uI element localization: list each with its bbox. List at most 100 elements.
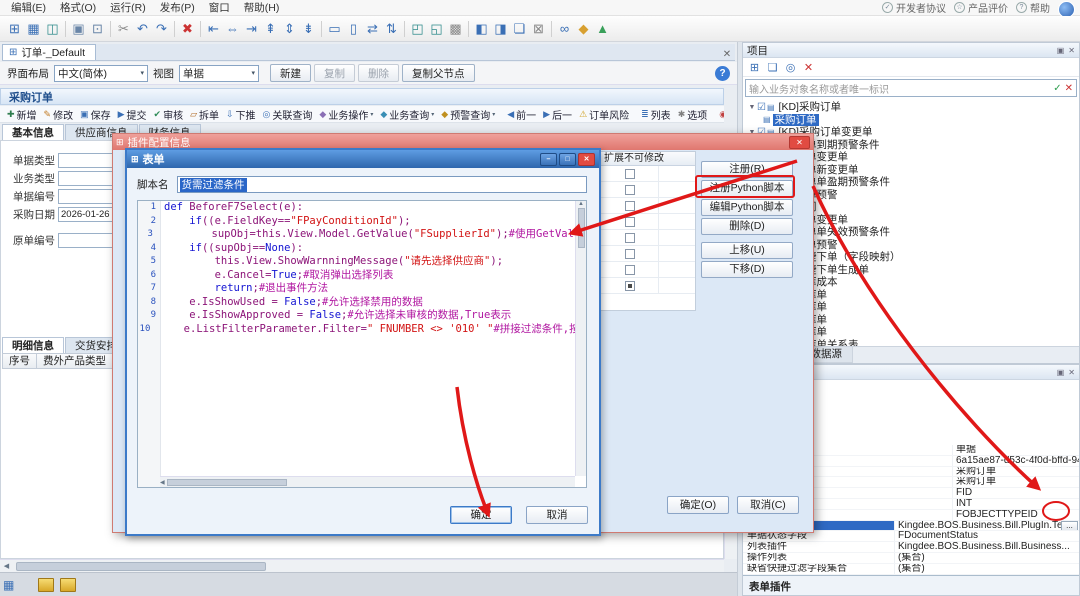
redo-icon[interactable]: ↷: [152, 19, 171, 38]
print-icon[interactable]: ⊡: [88, 19, 107, 38]
designer-tab[interactable]: ⊞ 订单-_Default: [2, 44, 96, 60]
form-button[interactable]: ◎ 关联查询: [260, 107, 316, 122]
scroll-left-icon[interactable]: ◀: [160, 479, 165, 486]
form-button[interactable]: ◉退出: [716, 107, 724, 122]
horizontal-scrollbar[interactable]: ◀: [0, 559, 724, 572]
link-icon[interactable]: ∞: [555, 19, 574, 38]
checkbox[interactable]: [624, 216, 635, 227]
checkbox[interactable]: [624, 248, 635, 259]
publish-icon[interactable]: ▲: [593, 19, 612, 38]
expand-icon[interactable]: ▼: [747, 104, 757, 111]
align-right-icon[interactable]: ⇥: [242, 19, 261, 38]
form-button[interactable]: ⇩ 下推: [223, 107, 259, 122]
view-select[interactable]: 单据 ▾: [179, 64, 259, 82]
new-form-icon[interactable]: ⊞: [5, 19, 24, 38]
grid-column-header[interactable]: 序号: [2, 353, 37, 369]
field-input[interactable]: [58, 153, 116, 168]
close-window-icon[interactable]: ⊠: [529, 19, 548, 38]
tab-基本信息[interactable]: 基本信息: [2, 124, 64, 140]
package-icon[interactable]: ◆: [574, 19, 593, 38]
menu-item[interactable]: 帮助(H): [237, 0, 287, 15]
form-layout-icon[interactable]: ◫: [43, 19, 62, 38]
form-dialog-titlebar[interactable]: ⊞ 表单 – □ ✕: [127, 150, 599, 168]
checkbox-checked[interactable]: [624, 280, 635, 291]
form-button[interactable]: ◆ 业务操作 ▾: [316, 107, 376, 122]
form-button[interactable]: ◆ 预警查询 ▾: [438, 107, 498, 122]
grid-column-header[interactable]: 费外产品类型: [37, 353, 113, 369]
search-confirm-icon[interactable]: ✓: [1053, 83, 1061, 94]
copy-object-icon[interactable]: ❏: [765, 61, 780, 74]
save-icon[interactable]: ▣: [69, 19, 88, 38]
menubar-product-review[interactable]: ☆ 产品评价: [954, 0, 1008, 15]
form-button[interactable]: ▶ 提交: [115, 107, 150, 122]
checkbox-checked-icon[interactable]: ☑: [757, 102, 766, 113]
scroll-up-icon[interactable]: ▲: [578, 201, 584, 207]
form-button[interactable]: ✚ 新增: [4, 107, 40, 122]
align-top-icon[interactable]: ⇞: [261, 19, 280, 38]
new-object-icon[interactable]: ⊞: [747, 61, 762, 74]
tree-item[interactable]: ▤ 采购订单: [743, 113, 1079, 127]
menu-item[interactable]: 窗口: [202, 0, 237, 15]
search-clear-icon[interactable]: ✕: [1065, 83, 1073, 94]
property-row[interactable]: 操作列表 (集合): [743, 552, 1079, 564]
form-button[interactable]: ▣ 保存: [77, 107, 114, 122]
cascade-windows-icon[interactable]: ❏: [510, 19, 529, 38]
field-input[interactable]: [58, 171, 116, 186]
ok-button[interactable]: 确定: [450, 506, 512, 524]
button-编辑Python脚本[interactable]: 编辑Python脚本: [701, 199, 793, 216]
form-button[interactable]: ▱ 拆单: [187, 107, 222, 122]
menu-item[interactable]: 格式(O): [53, 0, 103, 15]
field-input[interactable]: [58, 189, 116, 204]
align-bottom-icon[interactable]: ⇟: [299, 19, 318, 38]
form-button[interactable]: ✔ 审核: [151, 107, 187, 122]
pin-icon[interactable]: ▣: [1057, 46, 1065, 55]
cancel-button[interactable]: 取消: [526, 506, 588, 524]
close-icon[interactable]: ✕: [1068, 46, 1075, 55]
maximize-button[interactable]: □: [559, 152, 576, 166]
same-height-icon[interactable]: ▯: [344, 19, 363, 38]
scroll-left-icon[interactable]: ◀: [0, 562, 13, 570]
scroll-thumb[interactable]: [16, 561, 266, 571]
menu-item[interactable]: 运行(R): [103, 0, 153, 15]
form-button[interactable]: ✎ 修改: [41, 107, 77, 122]
form-button[interactable]: ◀ 前一: [504, 107, 539, 122]
action-button[interactable]: 新建: [270, 64, 311, 82]
scroll-thumb[interactable]: [166, 478, 287, 486]
align-middle-icon[interactable]: ⇕: [280, 19, 299, 38]
checkbox[interactable]: [624, 232, 635, 243]
form-button[interactable]: ✱ 选项: [675, 107, 711, 122]
property-row[interactable]: 列表插件 Kingdee.BOS.Business.Bill.Business..…: [743, 542, 1079, 553]
form-button[interactable]: ◆ 业务查询 ▾: [377, 107, 437, 122]
menu-item[interactable]: 编辑(E): [4, 0, 53, 15]
space-horizontal-icon[interactable]: ⇄: [363, 19, 382, 38]
button-删除(D)[interactable]: 删除(D): [701, 218, 793, 235]
property-row[interactable]: 缺省快捷过滤字段集合 (集合): [743, 563, 1079, 575]
align-left-icon[interactable]: ⇤: [204, 19, 223, 38]
search-input[interactable]: 输入业务对象名称或者唯一标识: [749, 81, 1050, 96]
space-vertical-icon[interactable]: ⇅: [382, 19, 401, 38]
same-width-icon[interactable]: ▭: [325, 19, 344, 38]
checkbox[interactable]: [624, 168, 635, 179]
close-icon[interactable]: ✕: [719, 49, 735, 60]
delete-object-icon[interactable]: ✕: [801, 61, 816, 74]
ellipsis-button[interactable]: ...: [1061, 520, 1078, 531]
close-button[interactable]: ✕: [789, 135, 810, 149]
undo-icon[interactable]: ↶: [133, 19, 152, 38]
close-icon[interactable]: ✕: [1068, 368, 1075, 377]
align-center-icon[interactable]: ⇔: [223, 19, 242, 38]
checkbox[interactable]: [624, 184, 635, 195]
split-horizontal-icon[interactable]: ◧: [472, 19, 491, 38]
editor-horizontal-scrollbar[interactable]: ◀: [160, 476, 575, 487]
checkbox[interactable]: [624, 264, 635, 275]
ok-button[interactable]: 确定(O): [667, 496, 729, 514]
package-icon[interactable]: [60, 578, 76, 592]
project-search[interactable]: 输入业务对象名称或者唯一标识 ✓ ✕: [745, 79, 1077, 97]
tab-明细信息[interactable]: 明细信息: [2, 337, 64, 353]
locate-object-icon[interactable]: ◎: [783, 61, 798, 74]
menu-item[interactable]: 发布(P): [153, 0, 202, 15]
cut-icon[interactable]: ✂: [114, 19, 133, 38]
show-grid-icon[interactable]: ▩: [446, 19, 465, 38]
layout-select[interactable]: 中文(简体) ▾: [54, 64, 148, 82]
minimize-button[interactable]: –: [540, 152, 557, 166]
button-下移(D)[interactable]: 下移(D): [701, 261, 793, 278]
